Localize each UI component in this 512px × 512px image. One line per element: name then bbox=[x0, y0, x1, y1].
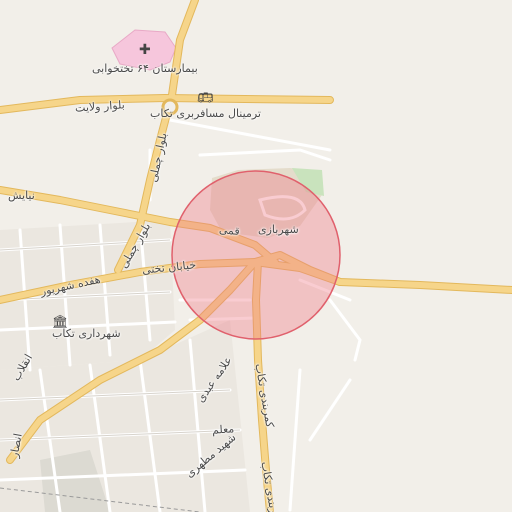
niayesh-label: نیایش bbox=[8, 189, 35, 202]
hospital-label[interactable]: بیمارستان ۶۴ تختخوابی bbox=[92, 63, 198, 74]
map-canvas bbox=[0, 0, 512, 512]
bus-terminal-label[interactable]: ترمینال مسافربری تکاب bbox=[150, 108, 261, 119]
blvd-velayat-label: بلوار ولایت bbox=[74, 98, 126, 115]
municipality-label[interactable]: شهرداری تکاب bbox=[52, 328, 121, 339]
ghomi-label: قمی bbox=[218, 222, 241, 239]
shahrbazi-label[interactable]: شهربازی bbox=[258, 224, 299, 235]
bus-icon[interactable]: 🚌︎ bbox=[197, 92, 214, 105]
map-view[interactable]: ✚ 🚌︎ 🏛︎ بیمارستان ۶۴ تختخوابی بلوار ولای… bbox=[0, 0, 512, 512]
hospital-cross-icon[interactable]: ✚ bbox=[139, 43, 151, 57]
search-radius-circle bbox=[171, 170, 341, 340]
